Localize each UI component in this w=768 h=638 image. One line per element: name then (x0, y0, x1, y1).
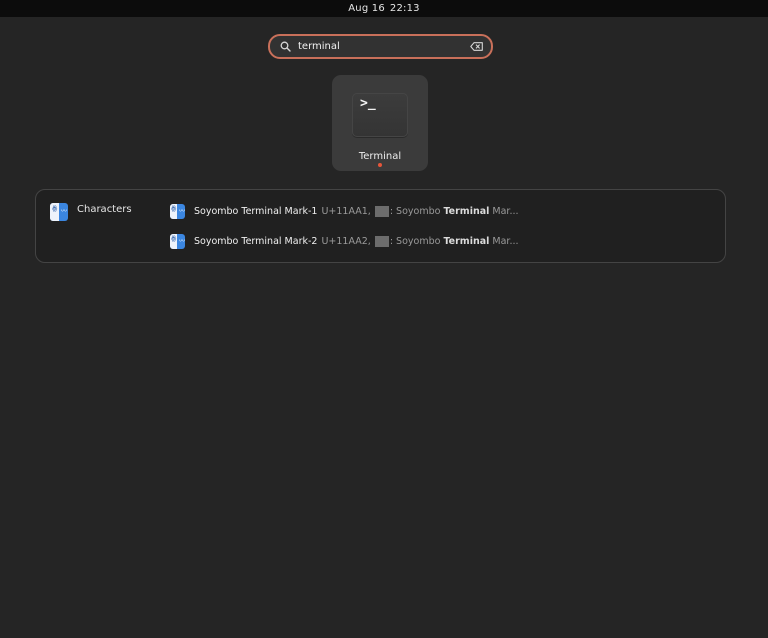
character-glyph-box (374, 236, 389, 247)
app-label: Terminal (358, 151, 402, 162)
result-code: U+11AA2, (321, 236, 371, 247)
characters-app-icon: ꙮ 〰 (50, 203, 68, 221)
magnifier-icon (278, 40, 292, 54)
result-name: Soyombo Terminal Mark-1 (194, 206, 318, 217)
result-desc-prefix: : Soyombo (389, 206, 444, 217)
result-description: U+11AA2, : Soyombo Terminal Mar... (321, 236, 519, 247)
result-desc-prefix: : Soyombo (389, 236, 444, 247)
result-desc-suffix: Mar... (489, 206, 519, 217)
terminal-icon: >_ (352, 93, 408, 137)
character-result-1[interactable]: ꙮ 〰 Soyombo Terminal Mark-1 U+11AA1, : S… (170, 204, 519, 219)
search-provider-results: ꙮ 〰 Characters ꙮ 〰 Soyombo Terminal Mark… (35, 189, 726, 263)
result-desc-match: Terminal (443, 236, 490, 247)
search-entry[interactable] (268, 34, 493, 59)
backspace-clear-icon[interactable] (468, 40, 484, 54)
top-bar: Aug 16 22:13 (0, 0, 768, 17)
provider-label: Characters (77, 204, 132, 215)
app-result-terminal[interactable]: >_ Terminal (332, 75, 428, 171)
character-result-2[interactable]: ꙮ 〰 Soyombo Terminal Mark-2 U+11AA2, : S… (170, 234, 519, 249)
character-glyph-box (374, 206, 389, 217)
result-code: U+11AA1, (321, 206, 371, 217)
terminal-prompt-glyph: >_ (360, 96, 376, 111)
clock-time: 22:13 (389, 3, 420, 14)
result-description: U+11AA1, : Soyombo Terminal Mar... (321, 206, 519, 217)
result-desc-suffix: Mar... (489, 236, 519, 247)
search-input[interactable] (298, 41, 468, 52)
provider-characters[interactable]: ꙮ 〰 Characters (50, 203, 132, 221)
clock-date: Aug 16 (348, 3, 385, 14)
result-name: Soyombo Terminal Mark-2 (194, 236, 318, 247)
characters-app-icon: ꙮ 〰 (170, 234, 185, 249)
clock[interactable]: Aug 16 22:13 (348, 3, 419, 14)
running-indicator-dot (378, 163, 382, 167)
result-desc-match: Terminal (443, 206, 490, 217)
characters-app-icon: ꙮ 〰 (170, 204, 185, 219)
